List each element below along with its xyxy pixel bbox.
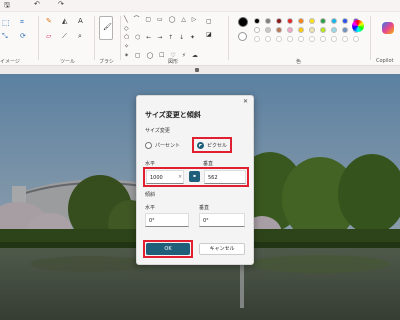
canvas-top-margin [0, 66, 400, 74]
save-icon[interactable]: 🖫 [4, 1, 10, 10]
color-swatch[interactable] [254, 27, 260, 33]
color-swatch[interactable] [265, 36, 271, 42]
outline-icon[interactable]: ▢ [206, 17, 212, 26]
canvas-resize-handle[interactable] [195, 68, 199, 72]
divider [38, 16, 39, 60]
close-icon[interactable]: ✕ [243, 98, 248, 105]
redo-icon[interactable]: ↷ [58, 0, 64, 9]
color-swatch[interactable] [298, 18, 304, 24]
rotate-icon[interactable]: ⟳ [20, 32, 26, 41]
percent-radio[interactable]: パーセント [145, 142, 180, 149]
resize-section-label: サイズ変更 [145, 128, 170, 134]
color-palette-row1 [254, 18, 364, 25]
color-swatch[interactable] [298, 27, 304, 33]
shapes-gallery[interactable]: ╲ ⌒ ▢ ▭ ◯ △ ▷ ◇ ⬠ ⬡ ← → ↑ ↓ ✦ ✧ ✶ ▢ ◯ ☐ ♡ … [124, 15, 204, 60]
colors-group: 色 [230, 12, 370, 66]
pencil-icon[interactable]: ✎ [46, 17, 52, 26]
color-swatch[interactable] [254, 36, 260, 42]
title-bar: 🖫 ↶ ↷ [0, 0, 400, 12]
vertical-input[interactable]: 562 [204, 170, 246, 184]
shapes-group-label: 図形 [168, 59, 179, 65]
color-swatch[interactable] [320, 36, 326, 42]
colors-group-label: 色 [296, 59, 302, 65]
brushes-group: 🖌 ブラシ [96, 12, 118, 66]
magnifier-icon[interactable]: ⌕ [78, 32, 82, 41]
color-swatch[interactable] [309, 36, 315, 42]
color-swatch[interactable] [287, 18, 293, 24]
eraser-icon[interactable]: ▱ [46, 32, 51, 41]
crop-icon[interactable]: ⌗ [20, 18, 24, 27]
link-icon[interactable]: ⚭ [189, 171, 200, 182]
pixel-radio[interactable]: ピクセル [197, 142, 227, 149]
color-swatch[interactable] [287, 36, 293, 42]
color-swatch[interactable] [320, 27, 326, 33]
skew-vertical-label: 垂直 [199, 205, 210, 211]
secondary-color-swatch[interactable] [238, 32, 247, 41]
color-swatch[interactable] [287, 27, 293, 33]
color-swatch[interactable] [331, 36, 337, 42]
radio-selected-icon [197, 142, 204, 149]
tools-group: ✎ ◭ A ▱ ⟋ ⌕ ツール [40, 12, 92, 66]
tools-group-label: ツール [60, 59, 76, 65]
brush-button[interactable]: 🖌 [99, 16, 113, 40]
resize-icon[interactable]: ⤡ [2, 32, 8, 41]
ok-button[interactable]: OK [146, 243, 190, 255]
color-swatch[interactable] [265, 27, 271, 33]
pixel-label: ピクセル [207, 143, 228, 149]
divider [228, 16, 229, 60]
color-swatch[interactable] [254, 18, 260, 24]
skew-horizontal-input[interactable]: 0° [145, 213, 189, 227]
dialog-title: サイズ変更と傾斜 [145, 111, 201, 119]
copilot-group: Copilot [376, 12, 400, 66]
image-group: ⬚ ⌗ ⤡ ⟳ イメージ [0, 12, 36, 66]
skew-vertical-input[interactable]: 0° [199, 213, 245, 227]
brush-icon: 🖌 [103, 23, 112, 31]
color-swatch[interactable] [309, 18, 315, 24]
color-swatch[interactable] [276, 27, 282, 33]
color-swatch[interactable] [331, 27, 337, 33]
shapes-group: ╲ ⌒ ▢ ▭ ◯ △ ▷ ◇ ⬠ ⬡ ← → ↑ ↓ ✦ ✧ ✶ ▢ ◯ ☐ ♡ … [122, 12, 226, 66]
divider [120, 16, 121, 60]
fill-icon[interactable]: ◭ [62, 17, 67, 26]
color-swatch[interactable] [298, 36, 304, 42]
resize-skew-dialog: ✕ サイズ変更と傾斜 サイズ変更 パーセント ピクセル 水平 垂直 1000 ×… [136, 95, 254, 265]
color-swatch[interactable] [342, 36, 348, 42]
color-swatch[interactable] [276, 36, 282, 42]
skew-horizontal-label: 水平 [145, 205, 156, 211]
skew-section-label: 傾斜 [145, 192, 156, 198]
color-picker-icon[interactable]: ⟋ [62, 32, 67, 41]
copilot-label: Copilot [376, 58, 394, 64]
color-palette-row2 [254, 27, 364, 34]
color-swatch[interactable] [342, 18, 348, 24]
color-swatch[interactable] [342, 27, 348, 33]
vertical-label: 垂直 [203, 161, 214, 167]
fill-shape-icon[interactable]: ◪ [206, 30, 212, 39]
divider [94, 16, 95, 60]
undo-icon[interactable]: ↶ [34, 0, 40, 9]
color-swatch[interactable] [353, 36, 359, 42]
text-icon[interactable]: A [78, 17, 83, 26]
cancel-button[interactable]: キャンセル [199, 243, 245, 255]
color-swatch[interactable] [265, 18, 271, 24]
horizontal-label: 水平 [145, 161, 156, 167]
custom-color-row [254, 36, 364, 43]
ratio-symbol: × [178, 174, 183, 180]
brushes-group-label: ブラシ [99, 59, 114, 65]
radio-unselected-icon [145, 142, 152, 149]
divider [370, 16, 371, 60]
image-group-label: イメージ [0, 59, 20, 65]
color-swatch[interactable] [320, 18, 326, 24]
edit-colors-icon[interactable] [352, 20, 364, 32]
ribbon: ⬚ ⌗ ⤡ ⟳ イメージ ✎ ◭ A ▱ ⟋ ⌕ ツール 🖌 ブラシ ╲ ⌒ ▢… [0, 12, 400, 66]
percent-label: パーセント [155, 143, 181, 149]
primary-color-swatch[interactable] [238, 17, 248, 27]
select-icon[interactable]: ⬚ [2, 18, 10, 27]
copilot-icon[interactable] [382, 22, 394, 34]
color-swatch[interactable] [309, 27, 315, 33]
color-swatch[interactable] [276, 18, 282, 24]
color-swatch[interactable] [331, 18, 337, 24]
